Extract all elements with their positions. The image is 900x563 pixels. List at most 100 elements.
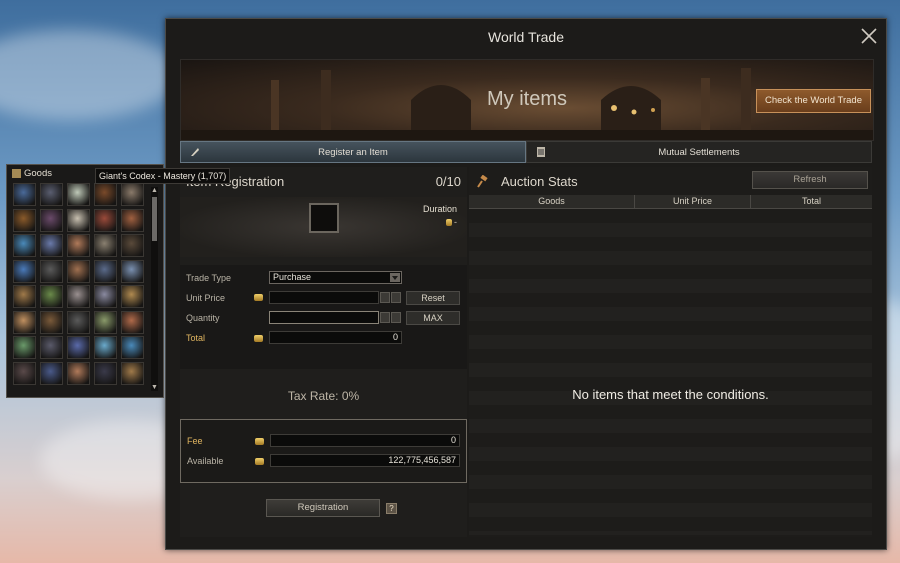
goods-item-slot[interactable]: [67, 208, 90, 232]
scroll-down-icon[interactable]: ▼: [151, 384, 158, 391]
goods-item-slot[interactable]: [94, 234, 117, 257]
inventory-icon: [12, 169, 21, 178]
help-icon[interactable]: ?: [386, 503, 397, 514]
goods-item-slot[interactable]: [121, 310, 144, 334]
goods-grid: [13, 183, 149, 389]
goods-item-slot[interactable]: [121, 183, 144, 206]
quantity-keypad-icon[interactable]: [380, 312, 390, 323]
item-slot[interactable]: [309, 203, 339, 233]
goods-item-slot[interactable]: [40, 208, 63, 232]
goods-item-slot[interactable]: [13, 285, 36, 308]
quantity-input[interactable]: [269, 311, 379, 324]
tab-bar: Register an Item Mutual Settlements: [180, 141, 872, 163]
auction-table-header: Goods Unit Price Total: [469, 195, 872, 209]
goods-item-slot[interactable]: [94, 310, 117, 334]
goods-item-slot[interactable]: [40, 259, 63, 283]
tab-mutual-settlements[interactable]: Mutual Settlements: [526, 141, 872, 163]
goods-item-slot[interactable]: [67, 361, 90, 385]
silver-coin-icon: [255, 458, 264, 465]
background-cloud: [0, 30, 180, 120]
goods-item-slot[interactable]: [40, 336, 63, 359]
goods-item-slot[interactable]: [40, 285, 63, 308]
total-value: 0: [269, 331, 402, 344]
tab-mutual-settlements-label: Mutual Settlements: [658, 147, 740, 158]
close-icon[interactable]: [860, 27, 878, 45]
column-total[interactable]: Total: [751, 195, 872, 208]
fee-value: 0: [270, 434, 460, 447]
check-world-trade-button[interactable]: Check the World Trade: [756, 89, 871, 113]
column-unit-price[interactable]: Unit Price: [635, 195, 750, 208]
silver-coin-icon: [254, 294, 263, 301]
refresh-button[interactable]: Refresh: [752, 171, 868, 189]
goods-item-slot[interactable]: [94, 183, 117, 206]
goods-item-slot[interactable]: [94, 361, 117, 385]
goods-item-slot[interactable]: [121, 336, 144, 359]
empty-message: No items that meet the conditions.: [572, 387, 769, 402]
trade-type-select[interactable]: Purchase: [269, 271, 402, 284]
goods-item-slot[interactable]: [40, 183, 63, 206]
registration-button[interactable]: Registration: [266, 499, 380, 517]
goods-item-slot[interactable]: [121, 234, 144, 257]
goods-title: Goods: [24, 168, 52, 179]
scroll-up-icon[interactable]: ▲: [151, 187, 158, 194]
goods-scrollbar[interactable]: ▲ ▼: [151, 187, 158, 391]
goods-item-slot[interactable]: [94, 259, 117, 283]
goods-item-slot[interactable]: [40, 361, 63, 385]
goods-item-slot[interactable]: [67, 310, 90, 334]
column-goods[interactable]: Goods: [469, 195, 634, 208]
auction-stats-panel: Auction Stats Refresh Goods Unit Price T…: [469, 167, 872, 537]
goods-item-slot[interactable]: [94, 208, 117, 232]
available-value: 122,775,456,587: [270, 454, 460, 467]
goods-item-slot[interactable]: [40, 234, 63, 257]
item-tooltip: Giant's Codex - Mastery (1,707): [95, 168, 231, 184]
goods-item-slot[interactable]: [121, 259, 144, 283]
fee-label: Fee: [187, 436, 203, 446]
quantity-label: Quantity: [186, 313, 220, 323]
silver-coin-icon: [255, 438, 264, 445]
goods-item-slot[interactable]: [13, 310, 36, 334]
goods-item-slot[interactable]: [67, 336, 90, 359]
banner-title: My items: [487, 88, 567, 110]
feather-icon: [191, 148, 199, 156]
auction-stats-title: Auction Stats: [501, 174, 578, 189]
goods-item-slot[interactable]: [121, 208, 144, 232]
my-items-banner: My items Check the World Trade: [180, 59, 874, 141]
goods-item-slot[interactable]: [94, 285, 117, 308]
goods-item-slot[interactable]: [13, 183, 36, 206]
trade-type-label: Trade Type: [186, 273, 232, 283]
duration-value: -: [446, 217, 457, 227]
goods-item-slot[interactable]: [67, 285, 90, 308]
tab-register-item[interactable]: Register an Item: [180, 141, 526, 163]
scroll-thumb[interactable]: [152, 197, 157, 241]
hourglass-icon: [446, 219, 452, 226]
goods-item-slot[interactable]: [40, 310, 63, 334]
window-title: World Trade: [488, 29, 564, 45]
gavel-icon: [477, 175, 488, 188]
goods-inventory-window: Goods ▲ ▼: [6, 164, 164, 398]
goods-item-slot[interactable]: [121, 361, 144, 385]
goods-item-slot[interactable]: [13, 208, 36, 232]
goods-item-slot[interactable]: [13, 234, 36, 257]
price-keypad-icon[interactable]: [380, 292, 390, 303]
goods-item-slot[interactable]: [67, 259, 90, 283]
goods-item-slot[interactable]: [13, 259, 36, 283]
goods-item-slot[interactable]: [94, 336, 117, 359]
price-stepper[interactable]: [391, 292, 401, 303]
unit-price-label: Unit Price: [186, 293, 226, 303]
trade-type-value: Purchase: [273, 272, 312, 282]
tax-rate: Tax Rate: 0%: [287, 389, 360, 403]
max-button[interactable]: MAX: [406, 311, 460, 325]
registration-form: Trade Type Purchase Unit Price Reset Qua…: [180, 265, 467, 369]
duration-label: Duration: [422, 204, 457, 214]
goods-item-slot[interactable]: [13, 361, 36, 385]
goods-item-slot[interactable]: [67, 234, 90, 257]
quantity-stepper[interactable]: [391, 312, 401, 323]
world-trade-window: World Trade My items Check the World Tra…: [165, 18, 887, 550]
reset-button[interactable]: Reset: [406, 291, 460, 305]
goods-item-slot[interactable]: [121, 285, 144, 308]
goods-item-slot[interactable]: [13, 336, 36, 359]
available-label: Available: [187, 456, 224, 466]
unit-price-input[interactable]: [269, 291, 379, 304]
tab-register-item-label: Register an Item: [318, 147, 388, 158]
goods-item-slot[interactable]: [67, 183, 90, 206]
